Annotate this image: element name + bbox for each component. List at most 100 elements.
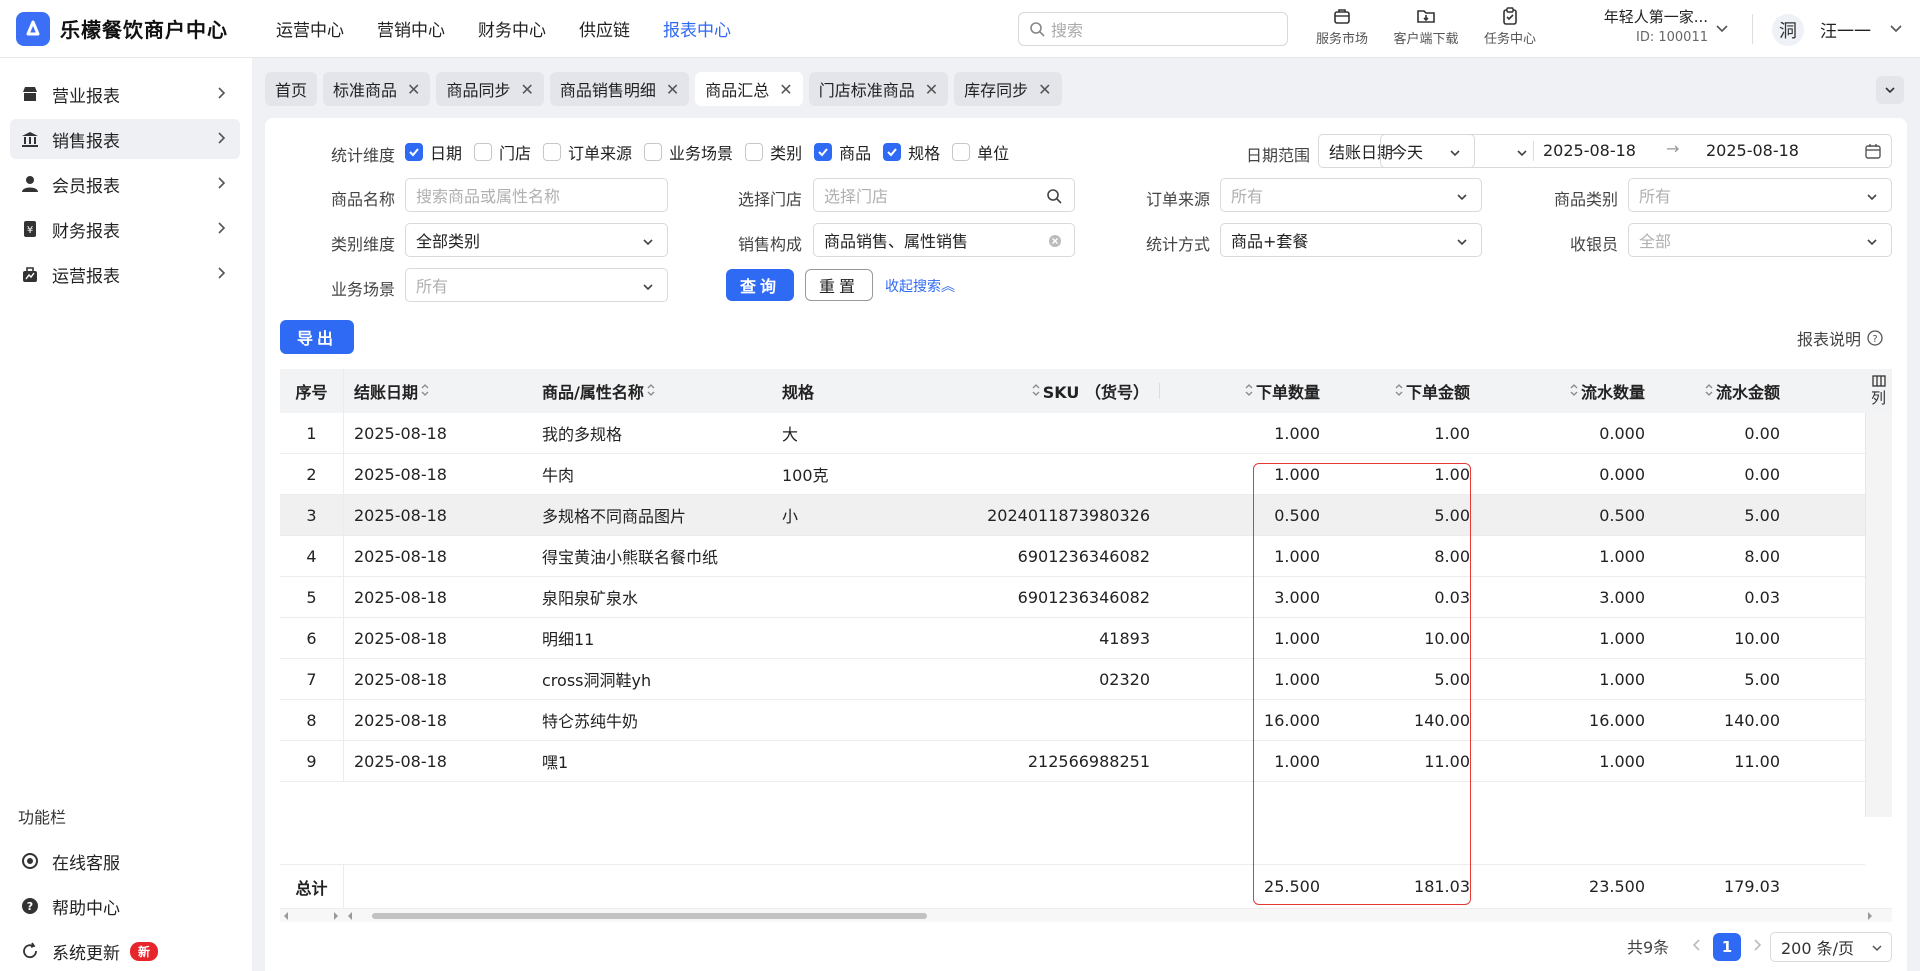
- product-name-input[interactable]: 搜索商品或属性名称: [405, 178, 668, 212]
- col-header-date[interactable]: 结账日期: [344, 379, 532, 403]
- checkbox-unchecked-icon[interactable]: [745, 143, 764, 161]
- dimension-checkbox[interactable]: 订单来源: [543, 140, 632, 164]
- scroll-right-icon[interactable]: [1866, 912, 1874, 920]
- sidebar-item-member-report[interactable]: 会员报表: [10, 164, 240, 204]
- col-header-flow-amount[interactable]: 流水金额: [1655, 379, 1805, 403]
- scroll-right-icon[interactable]: [332, 912, 340, 920]
- report-help-link[interactable]: 报表说明 ?: [1797, 326, 1883, 350]
- shop-selector[interactable]: 年轻人第一家... ID: 100011: [1588, 6, 1708, 45]
- cashier-select[interactable]: 全部: [1628, 223, 1892, 257]
- col-header-sku[interactable]: SKU （货号）: [944, 379, 1180, 403]
- checkbox-checked-icon[interactable]: [883, 143, 902, 161]
- sidebar-item-sales-report[interactable]: 销售报表: [10, 119, 240, 159]
- chevron-left-icon[interactable]: [1690, 938, 1704, 952]
- close-icon[interactable]: ✕: [1038, 80, 1051, 99]
- col-header-flow-qty[interactable]: 流水数量: [1480, 379, 1655, 403]
- dimension-checkbox[interactable]: 日期: [405, 140, 462, 164]
- sidebar-item-finance-report[interactable]: ¥ 财务报表: [10, 209, 240, 249]
- task-center-button[interactable]: 任务中心: [1468, 6, 1552, 47]
- sort-icon[interactable]: [1244, 382, 1254, 401]
- col-header-order-amount[interactable]: 下单金额: [1330, 379, 1480, 403]
- table-row[interactable]: 6 2025-08-18 明细11 41893 1.000 10.00 1.000 10.00: [280, 618, 1865, 659]
- checkbox-unchecked-icon[interactable]: [543, 143, 562, 161]
- scrollbar-thumb[interactable]: [372, 913, 927, 919]
- nav-supply-chain[interactable]: 供应链: [579, 16, 630, 41]
- tab-store-standard-products[interactable]: 门店标准商品 ✕: [808, 72, 949, 106]
- checkbox-unchecked-icon[interactable]: [952, 143, 971, 161]
- sort-icon[interactable]: [1569, 382, 1579, 401]
- table-row[interactable]: 2 2025-08-18 牛肉 100克 1.000 1.00 0.000 0.00: [280, 454, 1865, 495]
- table-row[interactable]: 4 2025-08-18 得宝黄油小熊联名餐巾纸 6901236346082 1.000…: [280, 536, 1865, 577]
- nav-reports[interactable]: 报表中心: [663, 16, 731, 41]
- service-market-button[interactable]: 服务市场: [1300, 6, 1384, 47]
- tabs-dropdown-button[interactable]: [1876, 76, 1904, 104]
- scroll-left-icon[interactable]: [282, 912, 290, 920]
- order-source-select[interactable]: 所有: [1220, 178, 1482, 212]
- user-name[interactable]: 汪一一: [1820, 17, 1871, 42]
- sort-icon[interactable]: [420, 382, 430, 401]
- table-row[interactable]: 8 2025-08-18 特仑苏纯牛奶 16.000 140.00 16.000 140.0…: [280, 700, 1865, 741]
- reset-button[interactable]: 重置: [805, 269, 873, 301]
- dimension-checkbox[interactable]: 业务场景: [644, 140, 733, 164]
- chevron-right-icon[interactable]: [1750, 938, 1764, 952]
- checkbox-checked-icon[interactable]: [814, 143, 833, 161]
- date-end[interactable]: 2025-08-18: [1706, 141, 1799, 160]
- close-icon[interactable]: ✕: [407, 80, 420, 99]
- tab-inventory-sync[interactable]: 库存同步 ✕: [954, 72, 1062, 106]
- tab-product-sync[interactable]: 商品同步 ✕: [436, 72, 544, 106]
- category-select[interactable]: 所有: [1628, 178, 1892, 212]
- table-row[interactable]: 7 2025-08-18 cross洞洞鞋yh 02320 1.000 5.00 1.000…: [280, 659, 1865, 700]
- export-button[interactable]: 导出: [280, 320, 354, 354]
- nav-marketing[interactable]: 营销中心: [377, 16, 445, 41]
- tab-standard-products[interactable]: 标准商品 ✕: [323, 72, 431, 106]
- sort-icon[interactable]: [1394, 382, 1404, 401]
- sort-icon[interactable]: [1031, 382, 1041, 401]
- table-row[interactable]: 5 2025-08-18 泉阳泉矿泉水 6901236346082 3.000 0.03 3…: [280, 577, 1865, 618]
- clear-icon[interactable]: [1048, 234, 1062, 248]
- dimension-checkbox[interactable]: 类别: [745, 140, 802, 164]
- column-settings-button[interactable]: 列: [1865, 369, 1892, 413]
- close-icon[interactable]: ✕: [666, 80, 679, 99]
- sidebar-item-business-report[interactable]: 营业报表: [10, 74, 240, 114]
- sidebar-item-help-center[interactable]: ? 帮助中心: [10, 886, 240, 926]
- stat-mode-select[interactable]: 商品+套餐: [1220, 223, 1482, 257]
- sidebar-item-online-support[interactable]: 在线客服: [10, 841, 240, 881]
- checkbox-unchecked-icon[interactable]: [474, 143, 493, 161]
- query-button[interactable]: 查询: [726, 269, 794, 301]
- dimension-checkbox[interactable]: 商品: [814, 140, 871, 164]
- client-download-button[interactable]: 客户端下载: [1384, 6, 1468, 47]
- sort-icon[interactable]: [646, 382, 656, 401]
- chevron-down-icon[interactable]: [1714, 20, 1730, 36]
- nav-finance[interactable]: 财务中心: [478, 16, 546, 41]
- close-icon[interactable]: ✕: [520, 80, 533, 99]
- avatar[interactable]: 洞: [1772, 14, 1804, 46]
- close-icon[interactable]: ✕: [925, 80, 938, 99]
- vertical-scrollbar[interactable]: [1865, 413, 1892, 817]
- sort-icon[interactable]: [1704, 382, 1714, 401]
- checkbox-unchecked-icon[interactable]: [644, 143, 663, 161]
- sidebar-item-operations-report[interactable]: 运营报表: [10, 254, 240, 294]
- dimension-checkbox[interactable]: 门店: [474, 140, 531, 164]
- tab-product-summary[interactable]: 商品汇总 ✕: [695, 72, 803, 106]
- table-row[interactable]: 3 2025-08-18 多规格不同商品图片 小 2024011873980326 0.5…: [280, 495, 1865, 536]
- chevron-down-icon[interactable]: [1888, 20, 1904, 36]
- page-size-select[interactable]: 200 条/页: [1770, 932, 1892, 962]
- date-range-picker[interactable]: 今天 2025-08-18 → 2025-08-18: [1380, 134, 1892, 168]
- store-select[interactable]: 选择门店: [813, 178, 1075, 212]
- sidebar-item-system-update[interactable]: 系统更新 新: [10, 931, 240, 971]
- page-number-current[interactable]: 1: [1713, 933, 1741, 961]
- collapse-search-link[interactable]: 收起搜索︽: [885, 276, 955, 296]
- horizontal-scrollbar[interactable]: [280, 908, 1892, 922]
- brand[interactable]: 乐檬餐饮商户中心: [0, 11, 262, 46]
- nav-operations[interactable]: 运营中心: [276, 16, 344, 41]
- search-input[interactable]: 搜索: [1018, 12, 1288, 46]
- close-icon[interactable]: ✕: [779, 80, 792, 99]
- date-start[interactable]: 2025-08-18: [1543, 141, 1636, 160]
- category-dimension-select[interactable]: 全部类别: [405, 223, 668, 257]
- checkbox-checked-icon[interactable]: [405, 143, 423, 161]
- tab-product-sales-detail[interactable]: 商品销售明细 ✕: [549, 72, 690, 106]
- sales-composition-select[interactable]: 商品销售、属性销售: [813, 223, 1075, 257]
- table-row[interactable]: 1 2025-08-18 我的多规格 大 1.000 1.00 0.000 0.00: [280, 413, 1865, 454]
- business-scene-select[interactable]: 所有: [405, 268, 668, 302]
- dimension-checkbox[interactable]: 规格: [883, 140, 940, 164]
